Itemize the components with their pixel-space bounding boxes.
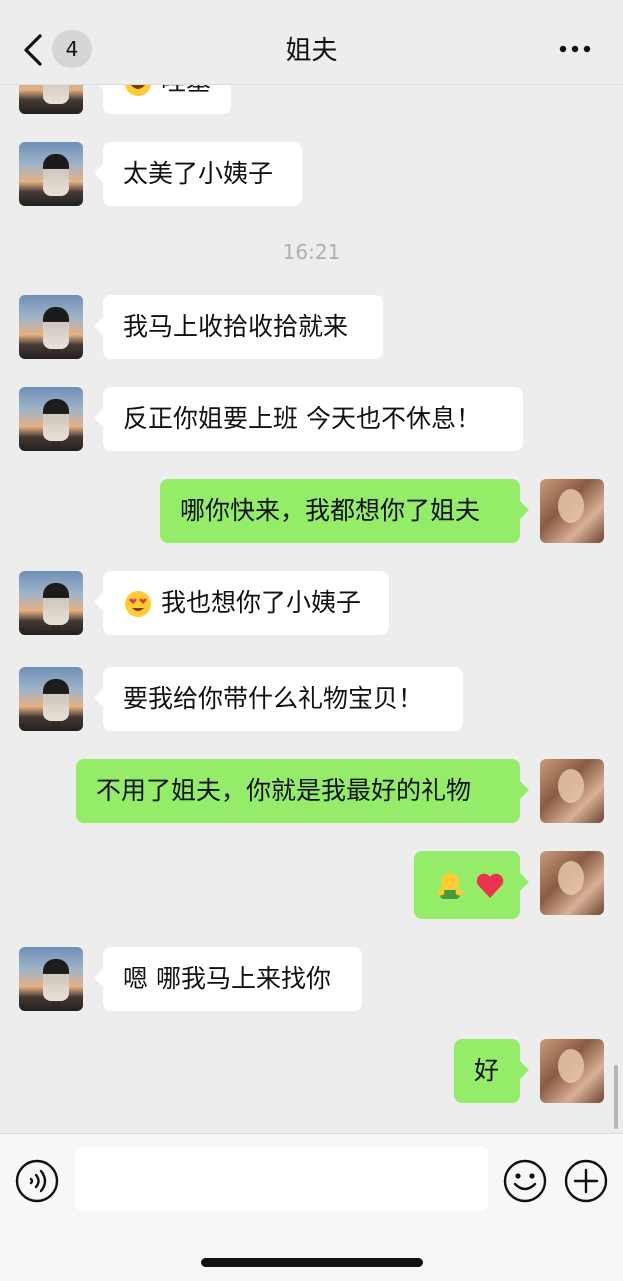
message-text: 好 <box>474 1056 500 1085</box>
message-bubble[interactable]: 要我给你带什么礼物宝贝！ <box>94 667 463 731</box>
voice-icon[interactable] <box>15 1159 59 1203</box>
message-text: 哇塞 <box>161 85 211 96</box>
self-avatar[interactable] <box>540 1039 604 1103</box>
message-bubble[interactable]: 哇塞 <box>94 85 231 114</box>
message-bubble[interactable]: 反正你姐要上班 今天也不休息！ <box>94 387 523 451</box>
message-bubble[interactable]: 嗯 哪我马上来找你 <box>94 947 362 1011</box>
hug-icon <box>437 873 463 899</box>
heart-icon <box>476 873 504 898</box>
self-avatar[interactable] <box>540 851 604 915</box>
contact-avatar[interactable] <box>19 667 83 731</box>
message-bubble[interactable]: 我也想你了小姨子 <box>94 571 389 635</box>
input-bar <box>0 1133 623 1281</box>
smiling-face-with-heart-eyes-icon <box>125 591 151 617</box>
message-text: 我也想你了小姨子 <box>160 588 361 617</box>
message-text: 哪你快来，我都想你了姐夫 <box>180 496 481 525</box>
message-text: 反正你姐要上班 今天也不休息！ <box>123 404 481 433</box>
contact-avatar[interactable] <box>19 85 83 114</box>
message-input[interactable] <box>75 1147 488 1211</box>
plus-icon[interactable] <box>564 1159 608 1203</box>
message-text: 要我给你带什么礼物宝贝！ <box>123 684 424 713</box>
timestamp: 16:21 <box>282 240 341 264</box>
scrollbar[interactable] <box>614 1065 618 1129</box>
message-text: 太美了小姨子 <box>123 159 274 188</box>
contact-avatar[interactable] <box>19 295 83 359</box>
message-bubble[interactable] <box>414 851 529 919</box>
message-bubble[interactable]: 好 <box>454 1039 529 1103</box>
message-bubble[interactable]: 我马上收拾收拾就来 <box>94 295 383 359</box>
emoji-icon[interactable] <box>503 1159 547 1203</box>
contact-avatar[interactable] <box>19 142 83 206</box>
chat-title: 姐夫 <box>285 36 338 66</box>
message-bubble[interactable]: 哪你快来，我都想你了姐夫 <box>160 479 529 543</box>
message-text: 嗯 哪我马上来找你 <box>123 964 331 993</box>
message-bubble[interactable]: 太美了小姨子 <box>94 142 302 206</box>
home-indicator <box>201 1258 423 1267</box>
message-list[interactable]: 哇塞 太美了小姨子 16:21 我马上收拾收拾就来 反正你姐要上班 今天也不休息… <box>0 85 623 1133</box>
message-text: 我马上收拾收拾就来 <box>123 312 349 341</box>
message-text: 不用了姐夫，你就是我最好的礼物 <box>96 776 472 805</box>
contact-avatar[interactable] <box>19 947 83 1011</box>
self-avatar[interactable] <box>540 759 604 823</box>
grinning-face-icon <box>125 85 151 96</box>
chat-header: 4 姐夫 <box>0 0 623 85</box>
self-avatar[interactable] <box>540 479 604 543</box>
contact-avatar[interactable] <box>19 387 83 451</box>
more-dots-icon[interactable] <box>558 32 592 66</box>
contact-avatar[interactable] <box>19 571 83 635</box>
message-bubble[interactable]: 不用了姐夫，你就是我最好的礼物 <box>76 759 529 823</box>
